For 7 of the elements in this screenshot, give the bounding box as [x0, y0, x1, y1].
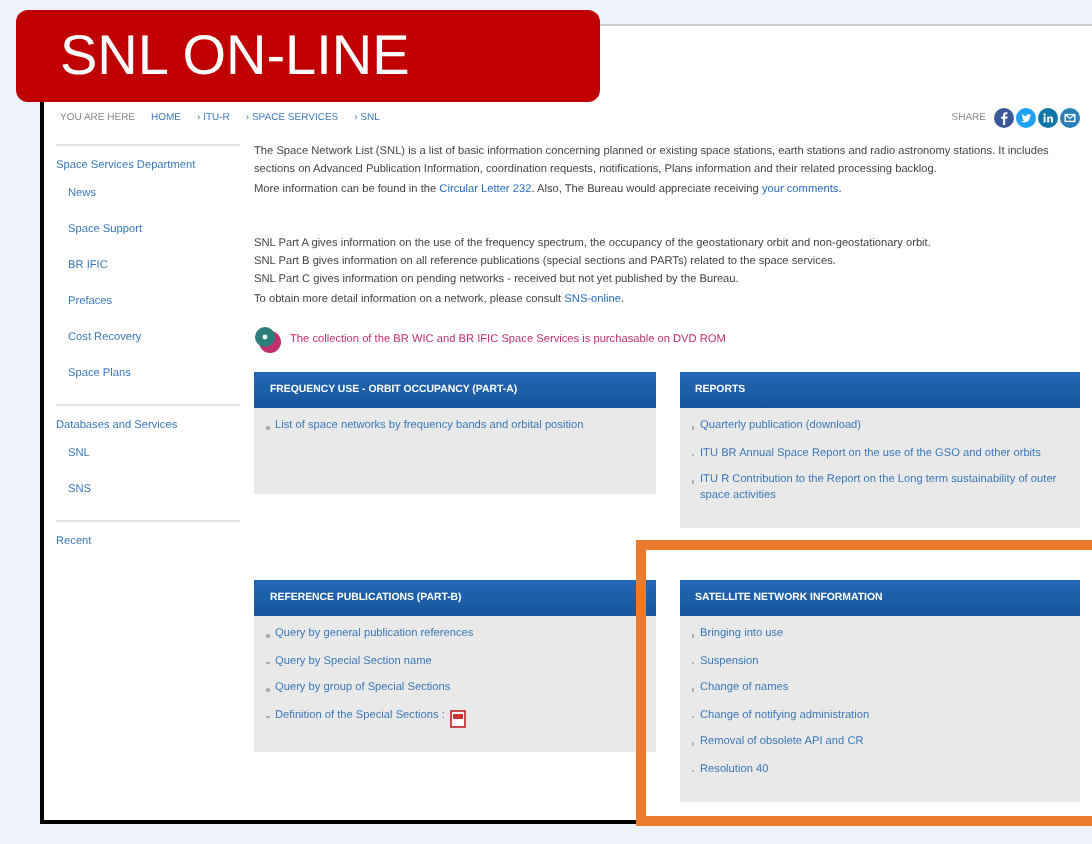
linkedin-icon[interactable]	[1038, 108, 1058, 128]
twitter-icon[interactable]	[1016, 108, 1036, 128]
disc-icon	[254, 326, 282, 355]
email-icon[interactable]	[1060, 108, 1080, 128]
title-banner: SNL ON-LINE	[16, 10, 600, 102]
facebook-icon[interactable]	[994, 108, 1014, 128]
document-icon[interactable]	[450, 709, 467, 728]
